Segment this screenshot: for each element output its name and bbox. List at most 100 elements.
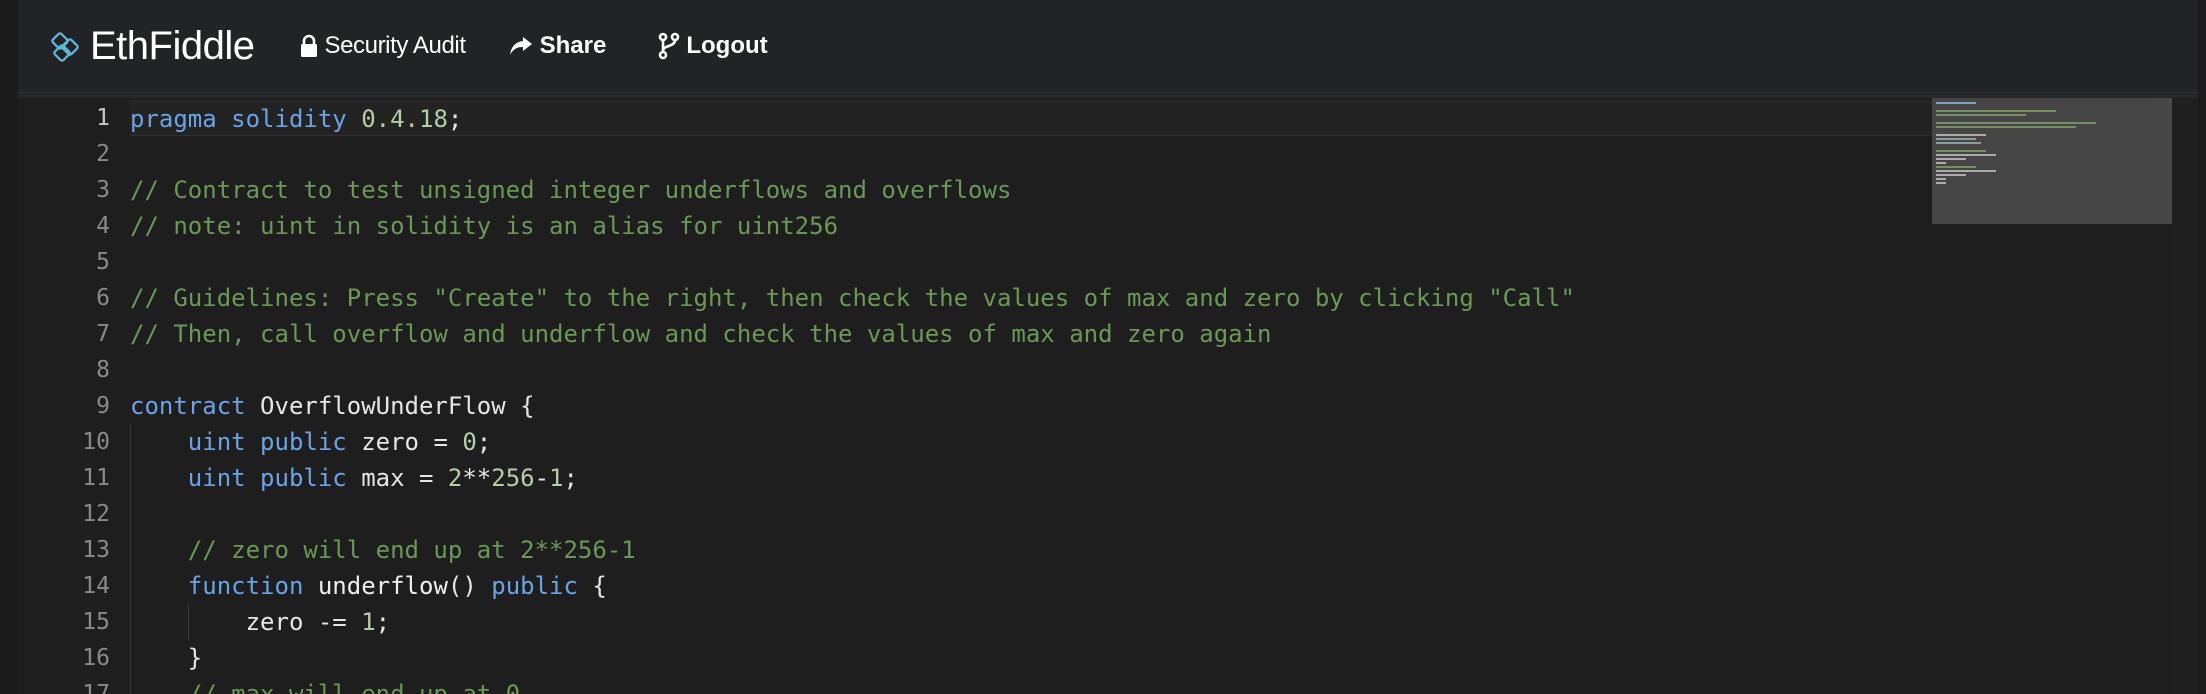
code-line[interactable]: // zero will end up at 2**256-1 xyxy=(130,532,636,568)
line-number: 1 xyxy=(96,105,110,131)
minimap-line xyxy=(1936,166,1976,168)
code-token: () xyxy=(447,572,492,600)
code-token: ; xyxy=(563,464,578,492)
code-token: max = xyxy=(346,464,448,492)
minimap-line xyxy=(1936,142,1981,144)
code-token: ; xyxy=(447,105,463,133)
code-line[interactable]: // max will end up at 0 xyxy=(130,676,520,694)
line-number: 9 xyxy=(96,393,110,419)
code-line[interactable]: pragma solidity 0.4.18; xyxy=(130,100,1950,136)
code-token: // note: uint in solidity is an alias fo… xyxy=(130,212,839,240)
minimap-line xyxy=(1936,110,2056,112)
code-token: underflow xyxy=(317,572,448,600)
line-number: 10 xyxy=(82,429,110,455)
line-number: 8 xyxy=(96,357,110,383)
share-label: Share xyxy=(539,32,607,59)
brand-link[interactable]: EthFiddle xyxy=(50,0,255,92)
minimap-line xyxy=(1936,138,1976,140)
code-token: - xyxy=(534,464,550,492)
code-token: 256 xyxy=(491,464,535,492)
code-line[interactable]: // Then, call overflow and underflow and… xyxy=(130,316,1272,352)
code-line[interactable]: contract OverflowUnderFlow { xyxy=(130,388,535,424)
indent-guide xyxy=(188,604,189,640)
line-number: 15 xyxy=(82,609,110,635)
code-token: public xyxy=(491,572,578,600)
line-number: 12 xyxy=(82,501,110,527)
brand-name: EthFiddle xyxy=(90,23,255,68)
minimap-line xyxy=(1936,126,2076,128)
minimap-line xyxy=(1936,154,1996,156)
code-token: ** xyxy=(462,464,492,492)
code-line[interactable]: } xyxy=(130,640,202,676)
line-number: 7 xyxy=(96,321,110,347)
code-minimap[interactable] xyxy=(1932,98,2172,224)
minimap-line xyxy=(1936,134,1986,136)
line-number: 3 xyxy=(96,177,110,203)
code-line[interactable]: zero -= 1; xyxy=(130,604,391,640)
code-token: public xyxy=(260,428,347,456)
code-token: public xyxy=(260,464,347,492)
line-number: 5 xyxy=(96,249,110,275)
code-line[interactable]: uint public max = 2**256-1; xyxy=(130,460,578,496)
code-editor[interactable]: 1 2 3 4 5 6 7 8 9 10 11 12 13 14 15 16 17 pragma solidit… xyxy=(18,98,2198,694)
share-link[interactable]: Share xyxy=(508,0,607,92)
code-token: // Guidelines: Press "Create" to the rig… xyxy=(130,284,1575,312)
code-token: // Contract to test unsigned integer und… xyxy=(130,176,1012,204)
line-number: 6 xyxy=(96,285,110,311)
code-token: ; xyxy=(476,428,492,456)
minimap-line xyxy=(1936,170,1996,172)
line-number: 13 xyxy=(82,537,110,563)
indent-guide xyxy=(130,424,131,694)
code-token: 0 xyxy=(462,428,477,456)
minimap-line xyxy=(1936,182,1946,184)
minimap-line xyxy=(1936,162,1946,164)
code-token: 1 xyxy=(549,464,564,492)
line-number: 16 xyxy=(82,645,110,671)
minimap-line xyxy=(1936,178,1946,180)
security-audit-label: Security Audit xyxy=(324,32,466,59)
top-navbar: EthFiddle Security Audit Share Logout xyxy=(18,0,2198,93)
logout-label: Logout xyxy=(686,32,768,59)
code-token: contract xyxy=(130,392,246,420)
code-line[interactable]: function underflow() public { xyxy=(130,568,607,604)
code-token: 1 xyxy=(361,608,376,636)
line-number: 17 xyxy=(82,681,110,694)
minimap-line xyxy=(1936,150,1986,152)
code-token: solidity xyxy=(231,105,347,133)
line-number: 4 xyxy=(96,213,110,239)
code-token: // max will end up at 0 xyxy=(187,680,521,694)
code-token: ; xyxy=(375,608,391,636)
code-token: OverflowUnderFlow { xyxy=(245,392,535,420)
minimap-line xyxy=(1936,158,1966,160)
app-window: EthFiddle Security Audit Share Logout 1 … xyxy=(0,0,2206,694)
code-line[interactable]: // Contract to test unsigned integer und… xyxy=(130,172,1011,208)
fork-icon xyxy=(658,32,680,60)
lock-icon xyxy=(300,34,318,58)
code-token: } xyxy=(130,644,203,672)
minimap-line xyxy=(1936,122,2096,124)
security-audit-link[interactable]: Security Audit xyxy=(300,0,466,92)
line-number: 14 xyxy=(82,573,110,599)
code-token: zero -= xyxy=(130,608,362,636)
code-token: uint xyxy=(187,428,246,456)
code-line[interactable]: // note: uint in solidity is an alias fo… xyxy=(130,208,838,244)
vertical-scrollbar[interactable] xyxy=(2172,98,2198,694)
code-token: 0.4.18 xyxy=(361,105,448,133)
code-text-area[interactable]: pragma solidity 0.4.18; // Contract to te… xyxy=(130,98,1950,694)
right-margin xyxy=(2198,0,2206,694)
code-line[interactable]: // Guidelines: Press "Create" to the rig… xyxy=(130,280,1575,316)
logout-link[interactable]: Logout xyxy=(658,0,768,92)
code-token: pragma xyxy=(130,105,217,133)
share-arrow-icon xyxy=(508,35,534,57)
code-token: // Then, call overflow and underflow and… xyxy=(130,320,1272,348)
code-line[interactable]: uint public zero = 0; xyxy=(130,424,491,460)
